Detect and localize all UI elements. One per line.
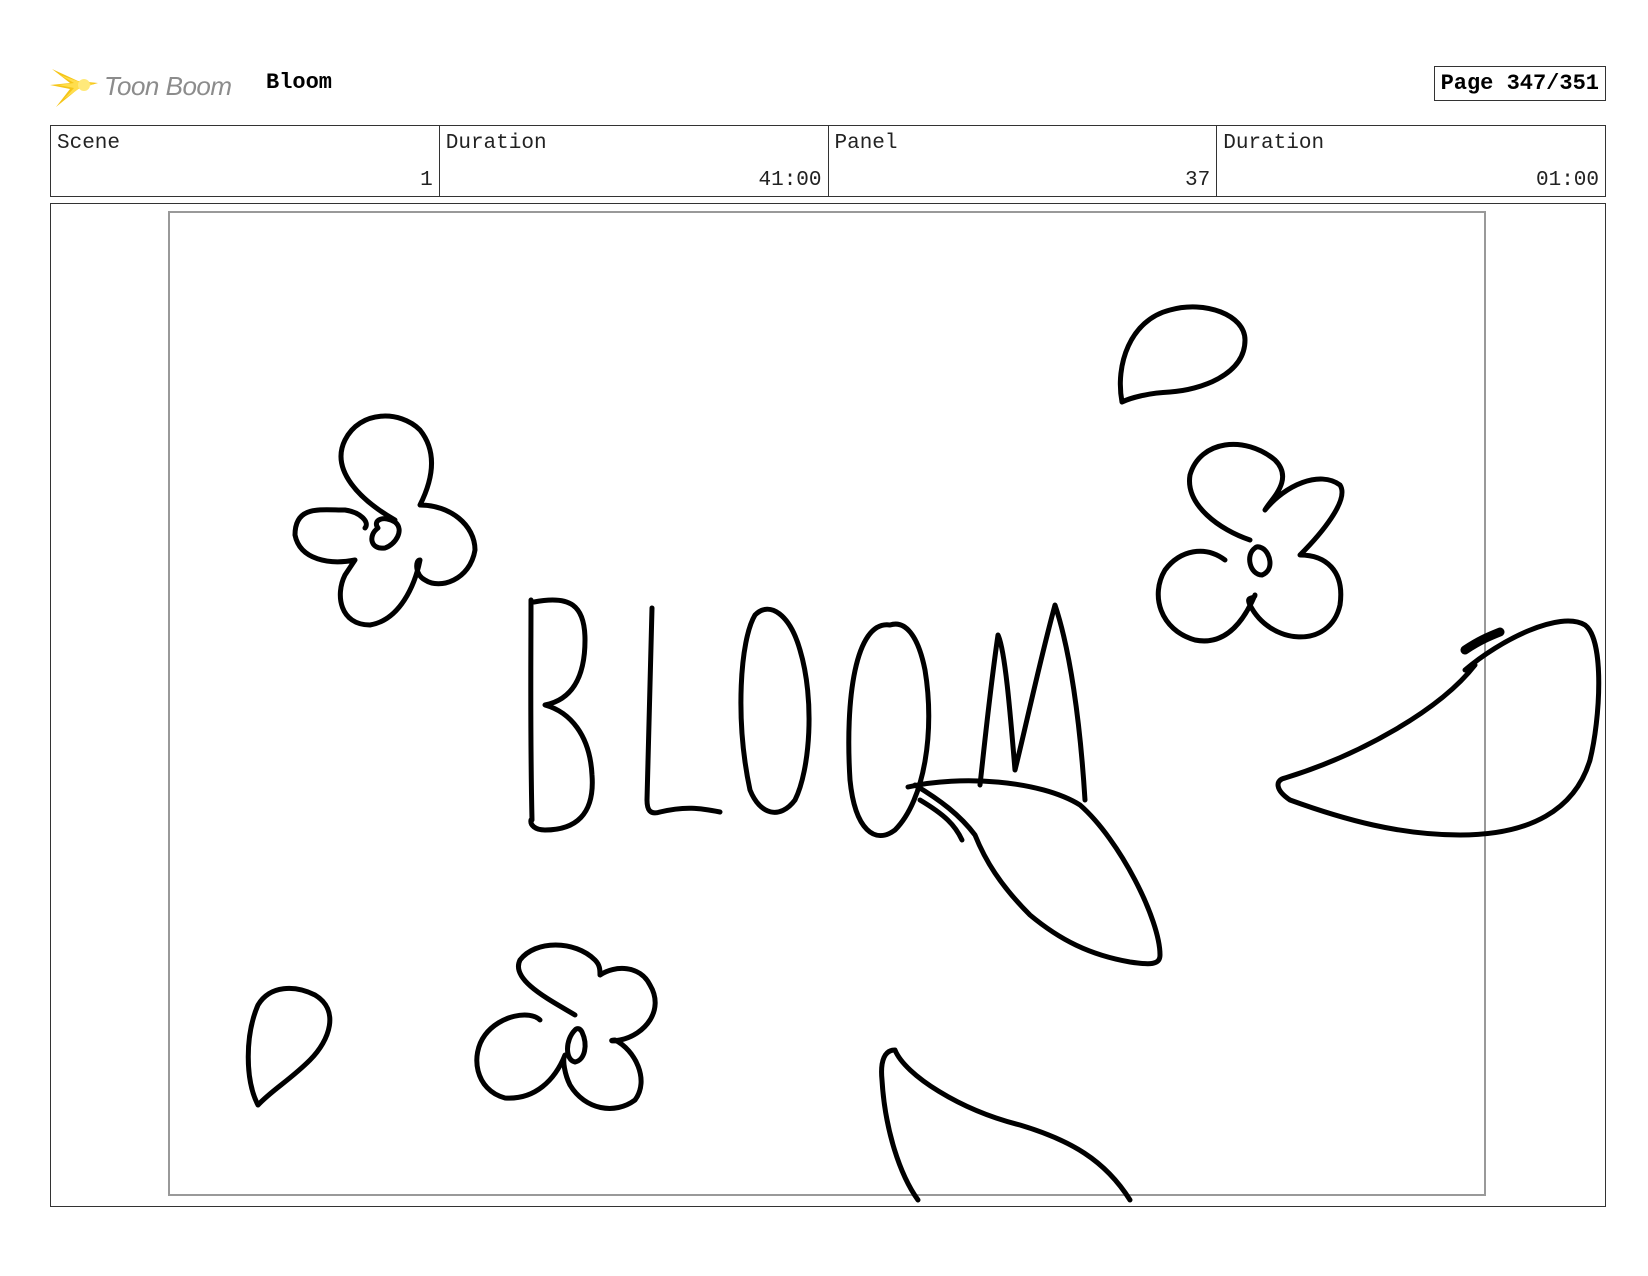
petal-bottom: [879, 1047, 1133, 1203]
bloom-lettering: [528, 597, 1088, 838]
flower-top-left: [292, 413, 478, 628]
flower-bottom: [474, 942, 658, 1111]
petal-center: [905, 778, 1163, 967]
petal-bottom-left: [245, 985, 333, 1108]
petal-center-inner: [917, 797, 965, 843]
petal-top-right: [1117, 304, 1248, 405]
petal-large-right: [1275, 618, 1602, 838]
panel-sketch: [245, 304, 1602, 1203]
flower-top-right: [1155, 442, 1345, 644]
